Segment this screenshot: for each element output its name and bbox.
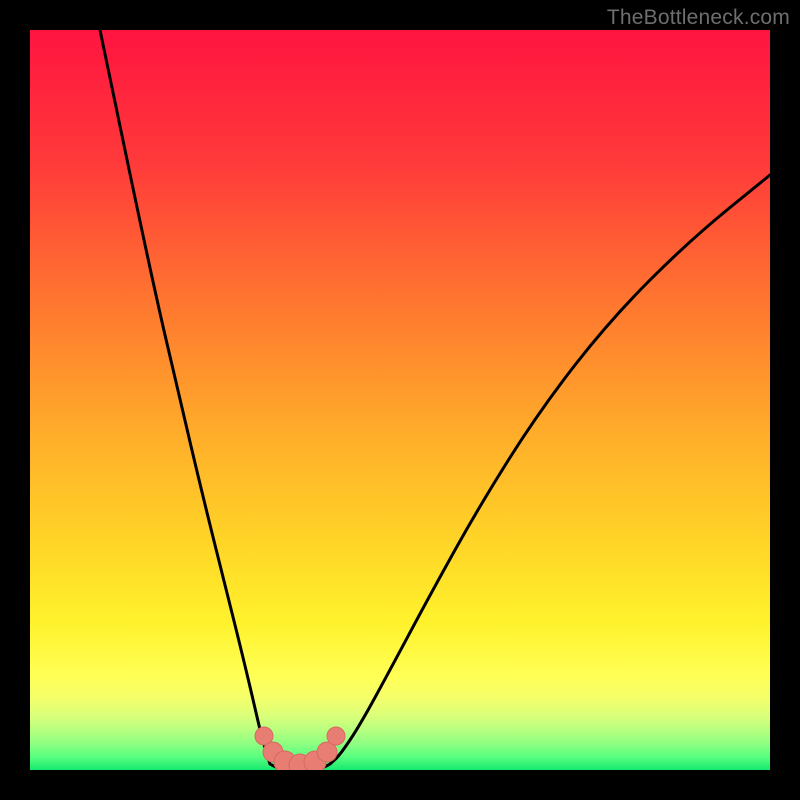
- valley-marker-dot: [327, 727, 345, 745]
- bottleneck-curve: [30, 30, 770, 770]
- plot-frame: [30, 30, 770, 770]
- watermark-text: TheBottleneck.com: [607, 6, 790, 30]
